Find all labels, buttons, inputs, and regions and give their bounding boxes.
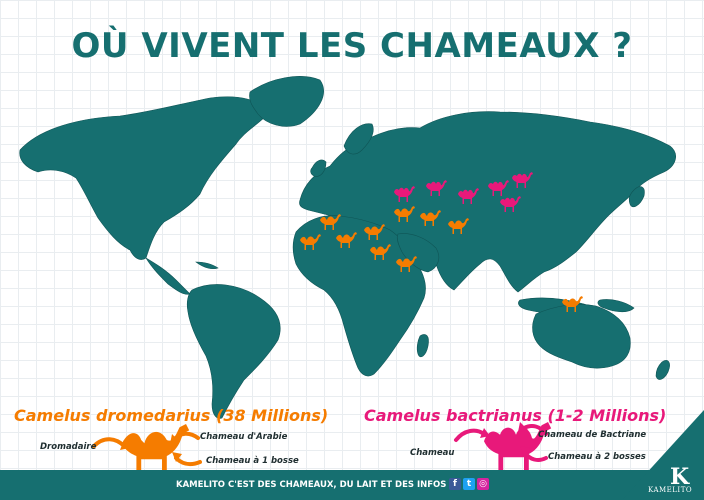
label-chameau-1-bosse: Chameau à 1 bosse: [206, 456, 299, 466]
arrow-chameau: [454, 428, 486, 442]
central-america: [145, 257, 191, 295]
caribbean: [195, 261, 219, 270]
footer-text: KAMELITO C'EST DES CHAMEAUX, DU LAIT ET …: [176, 480, 454, 490]
brand-name: KAMELITO: [648, 486, 693, 494]
label-chameau: Chameau: [410, 448, 455, 458]
world-map: [19, 76, 676, 470]
new-zealand: [655, 360, 670, 380]
footer-bar: KAMELITO C'EST DES CHAMEAUX, DU LAIT ET …: [0, 470, 704, 500]
dromedary-legend-camel: [122, 424, 190, 470]
north-america: [19, 96, 269, 260]
bactrianus-heading: Camelus bactrianus (1-2 Millions): [364, 406, 667, 425]
instagram-icon[interactable]: ◎: [477, 478, 489, 490]
australia: [532, 304, 631, 369]
dromedarius-heading: Camelus dromedarius (38 Millions): [14, 406, 329, 425]
label-chameau-arabie: Chameau d'Arabie: [200, 432, 288, 442]
infographic: OÙ VIVENT LES CHAMEAUX ? Camelus dromeda…: [0, 0, 704, 500]
madagascar: [416, 334, 429, 358]
label-dromadaire: Dromadaire: [40, 442, 97, 452]
arrow-dromadaire: [92, 437, 126, 448]
arrow-1-bosse: [174, 456, 202, 467]
south-america: [186, 284, 281, 419]
twitter-icon[interactable]: t: [463, 478, 475, 490]
facebook-icon[interactable]: f: [449, 478, 461, 490]
